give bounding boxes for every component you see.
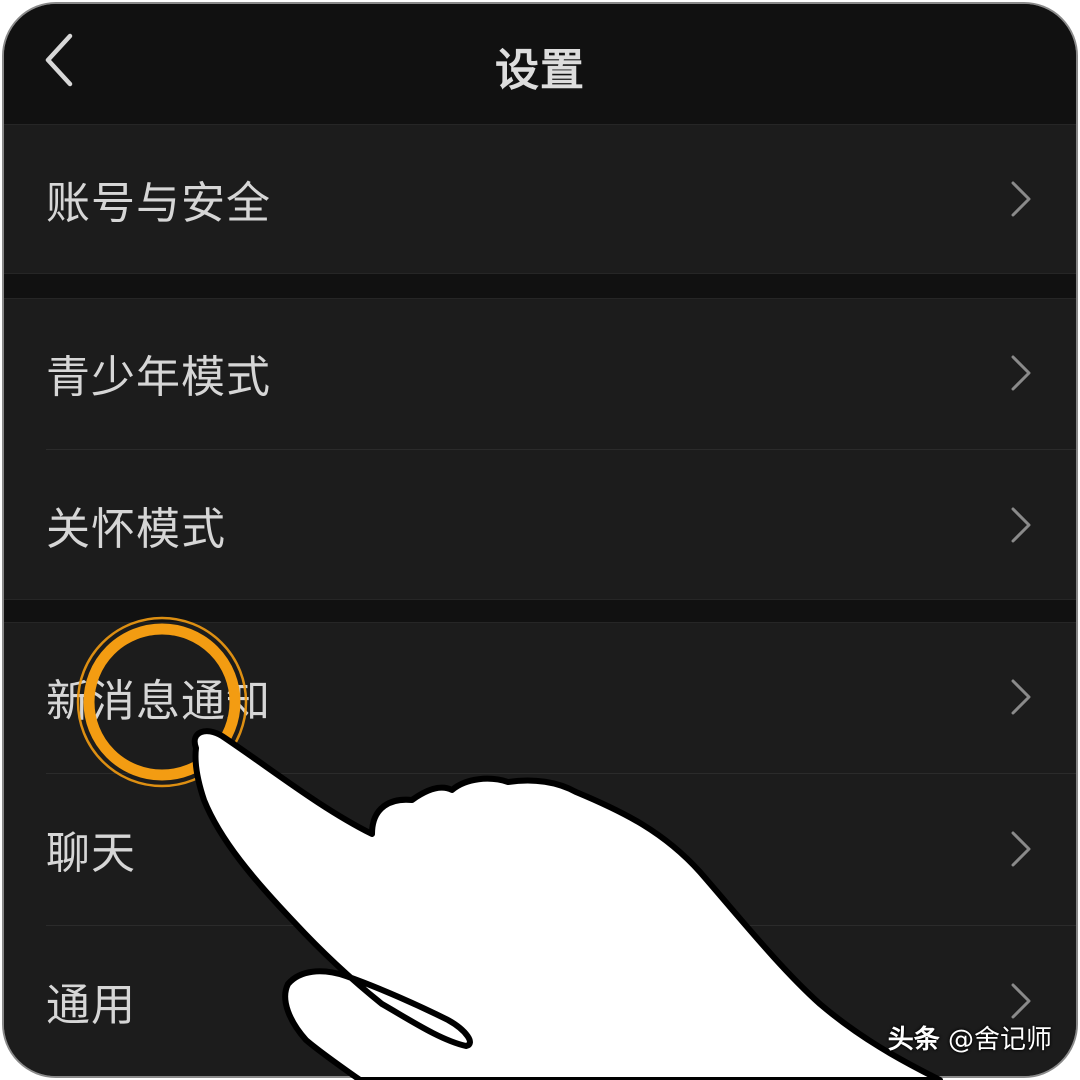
settings-row-teen-mode[interactable]: 青少年模式 — [4, 298, 1076, 448]
row-label: 新消息通知 — [46, 676, 271, 727]
chevron-right-icon — [1011, 831, 1031, 867]
watermark-handle: @舍记师 — [947, 1025, 1052, 1055]
chevron-right-icon — [1011, 355, 1031, 391]
chevron-right-icon — [1011, 983, 1031, 1019]
page-title: 设置 — [495, 45, 585, 96]
watermark-brand: 头条 — [887, 1025, 940, 1055]
settings-row-care-mode[interactable]: 关怀模式 — [4, 450, 1076, 600]
row-label: 通用 — [46, 980, 136, 1031]
row-label: 聊天 — [46, 828, 136, 879]
settings-group-general: 新消息通知 聊天 通用 — [4, 622, 1076, 1076]
group-bottom-border — [4, 273, 1076, 274]
group-bottom-border — [4, 599, 1076, 600]
row-label: 账号与安全 — [46, 178, 271, 229]
chevron-right-icon — [1011, 507, 1031, 543]
settings-row-chat[interactable]: 聊天 — [4, 774, 1076, 924]
settings-group-modes: 青少年模式 关怀模式 — [4, 298, 1076, 600]
phone-screen: 设置 账号与安全 青少年模式 关怀模式 新消息通知 聊天 通用 — [2, 2, 1078, 1078]
chevron-right-icon — [1011, 679, 1031, 715]
row-label: 关怀模式 — [46, 504, 226, 555]
settings-row-new-message-notification[interactable]: 新消息通知 — [4, 622, 1076, 772]
settings-group-account: 账号与安全 — [4, 124, 1076, 274]
navigation-bar: 设置 — [4, 4, 1076, 124]
chevron-right-icon — [1011, 181, 1031, 217]
settings-row-account-security[interactable]: 账号与安全 — [4, 124, 1076, 274]
watermark: 头条 @舍记师 — [888, 1019, 1052, 1056]
row-label: 青少年模式 — [46, 352, 271, 403]
